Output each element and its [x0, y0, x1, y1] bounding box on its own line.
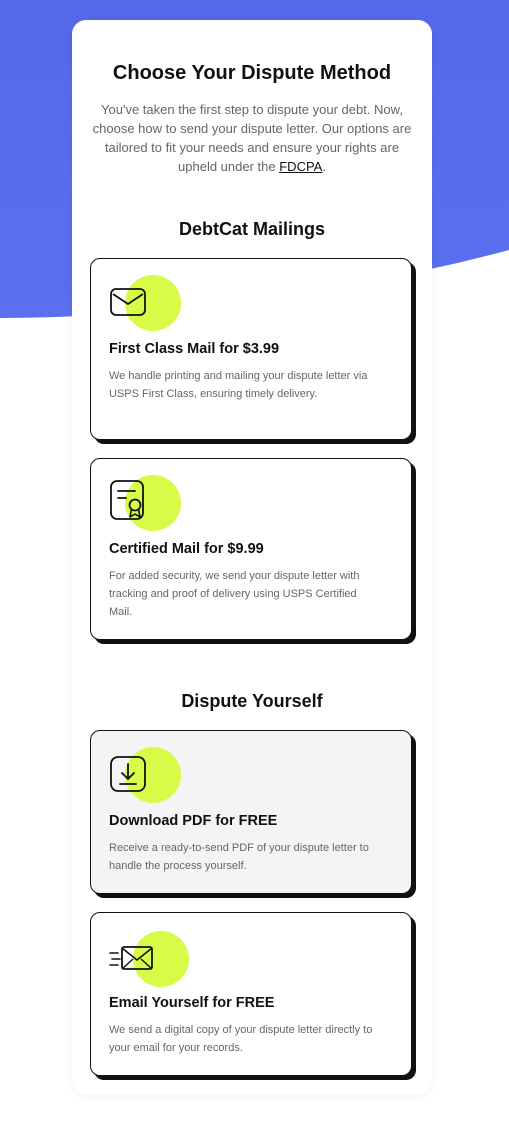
section-title-debtcat-mailings: DebtCat Mailings	[178, 219, 325, 239]
option-card-email-yourself[interactable]: Email Yourself for FREE We send a digita…	[90, 912, 412, 1076]
section-title-dispute-yourself: Dispute Yourself	[181, 691, 323, 711]
option-description: For added security, we send your dispute…	[109, 570, 360, 618]
option-title: Email Yourself for FREE	[109, 995, 275, 1011]
fdcpa-link[interactable]: FDCPA	[279, 159, 322, 174]
send-email-icon	[109, 929, 189, 987]
option-description: We send a digital copy of your dispute l…	[109, 1024, 373, 1054]
dispute-method-panel: Choose Your Dispute Method You've taken …	[72, 20, 432, 1094]
certificate-icon	[109, 475, 181, 531]
option-title: Certified Mail for $9.99	[109, 541, 264, 557]
download-icon	[109, 747, 181, 803]
option-title: Download PDF for FREE	[109, 813, 278, 829]
page-title: Choose Your Dispute Method	[112, 62, 392, 84]
option-card-certified-mail[interactable]: Certified Mail for $9.99 For added secur…	[90, 458, 412, 640]
intro-text: You've taken the first step to dispute y…	[92, 102, 412, 174]
option-card-download-pdf[interactable]: Download PDF for FREE Receive a ready-to…	[90, 730, 412, 894]
envelope-icon	[109, 275, 181, 331]
option-description: We handle printing and mailing your disp…	[109, 370, 368, 400]
option-description: Receive a ready-to-send PDF of your disp…	[109, 842, 369, 872]
option-card-first-class-mail[interactable]: First Class Mail for $3.99 We handle pri…	[90, 258, 412, 440]
option-title: First Class Mail for $3.99	[109, 341, 280, 357]
